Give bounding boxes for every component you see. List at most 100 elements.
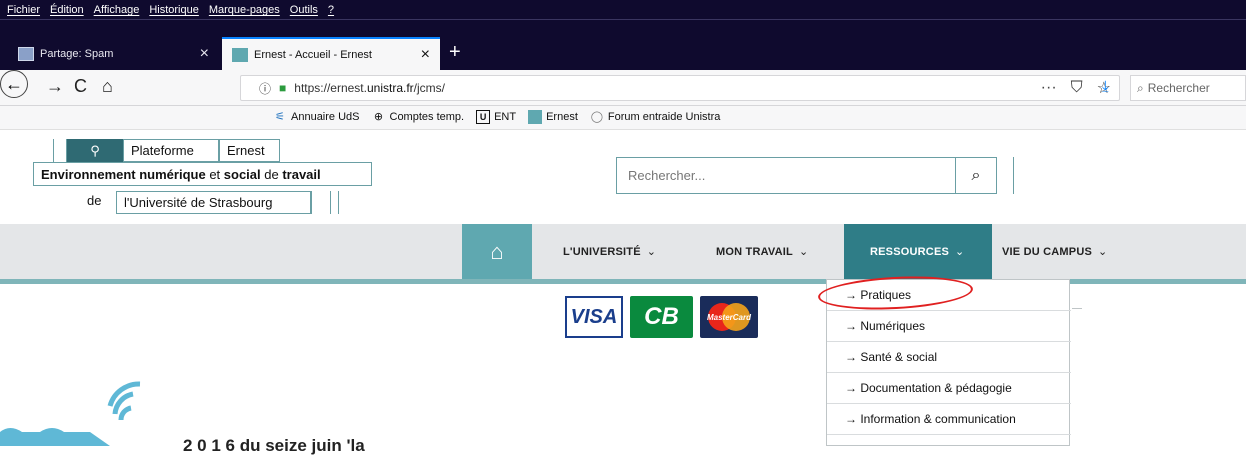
nav-universite[interactable]: L'UNIVERSITÉ ⌄ [563, 224, 656, 279]
back-arrow-icon[interactable]: ← [0, 70, 28, 98]
menu-historique[interactable]: Historique [146, 4, 206, 16]
site-search-placeholder: Rechercher... [628, 168, 706, 183]
tab-label: Ernest - Accueil - Ernest [254, 48, 372, 61]
logo-de: de [87, 193, 102, 208]
logo-decoration [317, 191, 331, 214]
chevron-down-icon: ⌄ [955, 246, 965, 258]
home-icon[interactable]: ⌂ [102, 76, 113, 97]
tab-label: Partage: Spam [40, 47, 114, 60]
wifi-logo [0, 381, 141, 446]
dropdown-item-sante-social[interactable]: → Santé & social [827, 342, 1071, 373]
bookmark-label: Annuaire UdS [291, 111, 360, 123]
home-button[interactable]: ⌂ [462, 224, 532, 279]
ernest-icon [232, 47, 248, 62]
menu-edition[interactable]: Édition [47, 4, 91, 16]
lock-icon: ■ [279, 81, 287, 95]
cb-text: CB [644, 303, 679, 330]
menu-affichage[interactable]: Affichage [91, 4, 147, 16]
forum-icon: ◯ [590, 111, 604, 123]
nav-label: VIE DU CAMPUS [1002, 245, 1092, 258]
site-search-input[interactable]: Rechercher... [616, 157, 956, 194]
nav-label: MON TRAVAIL [716, 245, 793, 258]
bookmarks-toolbar: ⚟ Annuaire UdS ⊕ Comptes temp. U ENT Ernest… [0, 106, 1246, 130]
logo-universite: l'Université de Strasbourg [116, 191, 311, 214]
tagline-part: de [260, 166, 283, 182]
dropdown-item-documentation[interactable]: → Documentation & pédagogie [827, 373, 1071, 404]
bookmark-ernest[interactable]: Ernest [528, 110, 578, 124]
logo-plateforme: Plateforme [123, 139, 219, 162]
info-icon[interactable]: ⓘ [259, 80, 271, 97]
url-bar[interactable]: ⓘ ■ https://ernest. unistra.fr/jcms/ ··· … [240, 75, 1120, 101]
menu-outils[interactable]: Outils [287, 4, 325, 16]
tab-ernest-accueil[interactable]: Ernest - Accueil - Ernest × [222, 37, 440, 70]
ernest-logo[interactable]: ⚲ Plateforme Ernest Environnement numéri… [33, 139, 393, 219]
bookmark-comptes[interactable]: ⊕ Comptes temp. [372, 110, 465, 124]
chevron-down-icon: ⌄ [646, 246, 657, 258]
url-path: /jcms/ [413, 81, 445, 95]
logo-decoration [53, 139, 67, 162]
bookmark-ent[interactable]: U ENT [476, 110, 516, 124]
tagline-part: travail [282, 166, 321, 182]
globe-icon: ⊕ [373, 111, 384, 123]
logo-tagline: Environnement numérique et social de tra… [33, 162, 372, 186]
ernest-icon [528, 110, 543, 124]
main-navigation: ⌂ L'UNIVERSITÉ ⌄ MON TRAVAIL ⌄ RESSOURCES ⌄… [0, 224, 1246, 284]
uds-icon: ⚟ [275, 111, 285, 123]
pocket-icon[interactable]: ⛉ [1071, 79, 1083, 97]
search-icon: ⌕ [971, 166, 981, 184]
chevron-down-icon: ⌄ [798, 246, 809, 258]
divider [1072, 308, 1082, 309]
tagline-part: social [223, 166, 261, 182]
chevron-down-icon: ⌄ [1098, 246, 1108, 258]
bookmark-label: Comptes temp. [389, 111, 465, 123]
more-actions-icon[interactable]: ··· [1041, 79, 1057, 97]
search-decoration [997, 157, 1014, 194]
navigation-toolbar: ← → C ⌂ ⓘ ■ https://ernest. unistra.fr/jc… [0, 70, 1246, 106]
mastercard-logo: MasterCard [700, 296, 758, 338]
mastercard-text: MasterCard [706, 312, 751, 322]
nav-mon-travail[interactable]: MON TRAVAIL ⌄ [716, 224, 808, 279]
reload-icon[interactable]: C [74, 76, 87, 97]
tagline-part: et [205, 166, 224, 182]
forward-arrow-icon[interactable]: → [46, 76, 64, 97]
browser-search-box[interactable]: ⌕ Rechercher [1130, 75, 1246, 101]
nav-vie-du-campus[interactable]: VIE DU CAMPUS ⌄ [1002, 224, 1107, 279]
close-icon[interactable]: × [421, 46, 430, 63]
nav-label: RESSOURCES [870, 245, 950, 258]
url-host: unistra.fr [366, 81, 414, 95]
browser-titlebar: Fichier Édition Affichage Historique Mar… [0, 0, 1246, 70]
site-search-button[interactable]: ⌕ [956, 157, 997, 194]
logo-ernest: Ernest [219, 139, 280, 162]
bookmark-label: Ernest [546, 111, 578, 123]
payment-cards: VISA CB MasterCard [565, 296, 758, 338]
visa-logo: VISA [565, 296, 623, 338]
menu-aide[interactable]: ? [325, 4, 341, 16]
nav-ressources[interactable]: RESSOURCES ⌄ [844, 224, 992, 279]
menu-fichier[interactable]: Fichier [4, 4, 47, 16]
tab-partage-spam[interactable]: Partage: Spam × [8, 37, 219, 70]
search-icon: ⌕ [1137, 80, 1144, 95]
visa-text: VISA [570, 305, 618, 328]
dropdown-item-numeriques[interactable]: → Numériques [827, 311, 1071, 342]
ent-icon: U [476, 110, 491, 124]
tagline-part: Environnement numérique [41, 166, 206, 182]
url-actions: ··· ⛉ ☆ [1041, 78, 1111, 98]
bookmark-annuaire[interactable]: ⚟ Annuaire UdS [273, 110, 360, 124]
dropdown-item-information[interactable]: → Information & communication [827, 404, 1071, 435]
bookmark-forum[interactable]: ◯ Forum entraide Unistra [590, 110, 721, 124]
nav-label: L'UNIVERSITÉ [563, 245, 641, 258]
ernest-network-icon: ⚲ [67, 139, 123, 162]
menubar: Fichier Édition Affichage Historique Mar… [0, 0, 341, 20]
bookmark-label: Forum entraide Unistra [607, 111, 721, 123]
mail-icon [18, 46, 34, 61]
home-icon: ⌂ [490, 238, 504, 264]
url-prefix: https://ernest. [294, 81, 367, 95]
new-tab-plus-icon[interactable]: + [449, 41, 461, 63]
cb-logo: CB [630, 296, 693, 338]
menubar-divider [0, 19, 1246, 20]
close-icon[interactable]: × [200, 45, 209, 62]
download-icon[interactable]: ⤓ [1102, 78, 1109, 95]
bookmark-label: ENT [494, 111, 517, 123]
page-text-fragment: 2 0 1 6 du seize juin 'la [183, 436, 365, 455]
menu-marque-pages[interactable]: Marque-pages [206, 4, 287, 16]
